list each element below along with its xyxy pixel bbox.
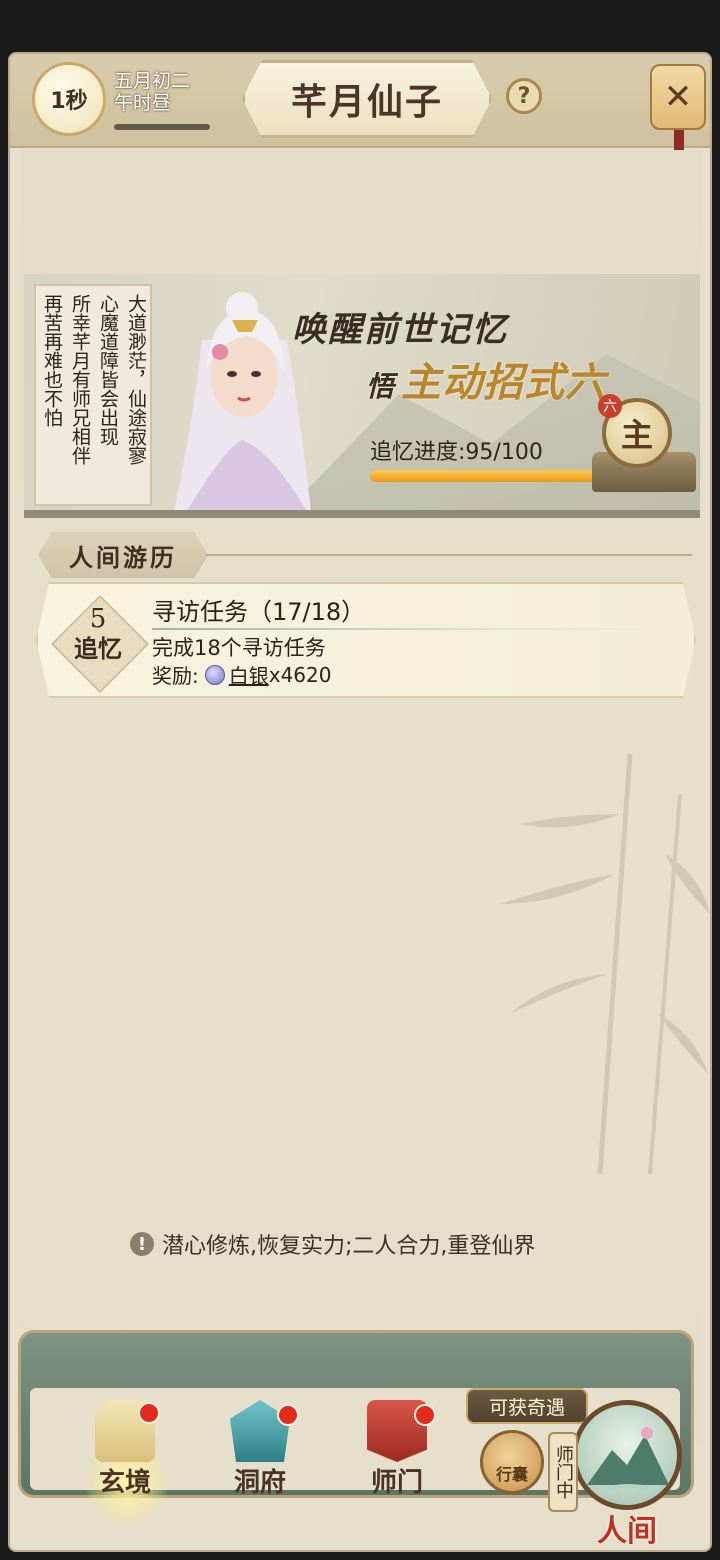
- banner-divider: [24, 510, 700, 518]
- sect-status-tag: 师门中: [548, 1432, 578, 1512]
- task-badge-text: 5 追忆: [58, 604, 138, 664]
- nav-tab-label: 师门: [370, 1468, 423, 1498]
- close-button[interactable]: ✕: [650, 64, 706, 130]
- banner-headline-1: 唤醒前世记忆: [292, 310, 508, 350]
- task-description: 完成18个寻访任务: [152, 636, 326, 660]
- hint-message: ! 潜心修炼,恢复实力;二人合力,重登仙界: [130, 1226, 610, 1262]
- help-icon[interactable]: ?: [506, 78, 542, 114]
- notification-dot: [414, 1404, 436, 1426]
- task-badge-number: 5: [89, 604, 107, 634]
- poem-line: 所幸芊月有师兄相伴: [69, 294, 91, 465]
- poem-line: 大道渺茫，仙途寂寥: [125, 294, 147, 465]
- inventory-bag-button[interactable]: 行囊: [480, 1430, 544, 1494]
- tassel-decoration: [674, 130, 684, 150]
- nav-tab-label: 洞府: [233, 1468, 286, 1498]
- memory-banner[interactable]: 大道渺茫，仙途寂寥 心魔道障皆会出现 所幸芊月有师兄相伴 再苦再难也不怕 唤醒前…: [24, 274, 700, 518]
- nav-tab-dongfu[interactable]: 洞府: [205, 1400, 315, 1500]
- bamboo-decoration: [500, 754, 710, 1174]
- reward-amount: x4620: [268, 662, 332, 687]
- poem-scroll: 大道渺茫，仙途寂寥 心魔道障皆会出现 所幸芊月有师兄相伴 再苦再难也不怕: [34, 284, 152, 506]
- task-title: 寻访任务（17/18）: [152, 598, 366, 626]
- page-title: 芊月仙子: [242, 60, 492, 138]
- reward-item-link[interactable]: 白银: [229, 660, 269, 689]
- memory-progress-label: 追忆进度:95/100: [370, 440, 543, 465]
- banner-headline-2: 悟主动招式六: [366, 350, 606, 408]
- silver-coin-icon: [204, 664, 225, 685]
- world-map-label: 人间: [597, 1514, 657, 1549]
- banner-headline-2-lead: 悟: [366, 370, 396, 403]
- timer-badge[interactable]: 1秒: [32, 62, 106, 136]
- game-date: 五月初二 午时昼: [114, 70, 190, 114]
- poem-line: 再苦再难也不怕: [41, 294, 63, 427]
- task-title-underline: [152, 628, 672, 630]
- notification-dot: [277, 1404, 299, 1426]
- notification-dot: [138, 1402, 160, 1424]
- section-divider: [206, 554, 692, 556]
- task-reward: 奖励: 白银 x4620: [152, 660, 331, 689]
- reward-label: 奖励:: [152, 664, 199, 688]
- date-line-1: 五月初二: [114, 70, 191, 92]
- memory-progress-bar: [370, 470, 620, 482]
- poem-line: 心魔道障皆会出现: [97, 294, 119, 446]
- main-panel: 1秒 五月初二 午时昼 芊月仙子 ? ✕ 大道渺茫，仙途寂寥 心魔道障皆会出现 …: [8, 52, 712, 1552]
- encounter-tag: 可获奇遇: [466, 1388, 588, 1424]
- memory-progress-fill: [370, 470, 608, 482]
- date-line-2: 午时昼: [114, 92, 172, 114]
- nav-tab-xuanjing[interactable]: 玄境: [70, 1400, 180, 1500]
- banner-headline-2-text: 主动招式六: [401, 359, 607, 406]
- world-map-button[interactable]: [572, 1400, 682, 1510]
- landscape-icon: [587, 1427, 669, 1493]
- hint-text: 潜心修炼,恢复实力;二人合力,重登仙界: [162, 1234, 536, 1259]
- task-badge-word: 追忆: [74, 634, 122, 663]
- section-title: 人间游历: [38, 532, 208, 578]
- header-bar: 1秒 五月初二 午时昼 芊月仙子 ? ✕: [10, 54, 710, 150]
- nav-tab-label: 玄境: [98, 1468, 151, 1498]
- date-bar: [114, 124, 210, 130]
- task-card[interactable]: 5 追忆 寻访任务（17/18） 完成18个寻访任务 奖励: 白银 x4620: [36, 582, 696, 698]
- seal-level-tag: 六: [598, 394, 622, 418]
- info-icon: !: [130, 1232, 154, 1256]
- nav-tab-shimen[interactable]: 师门: [342, 1400, 452, 1500]
